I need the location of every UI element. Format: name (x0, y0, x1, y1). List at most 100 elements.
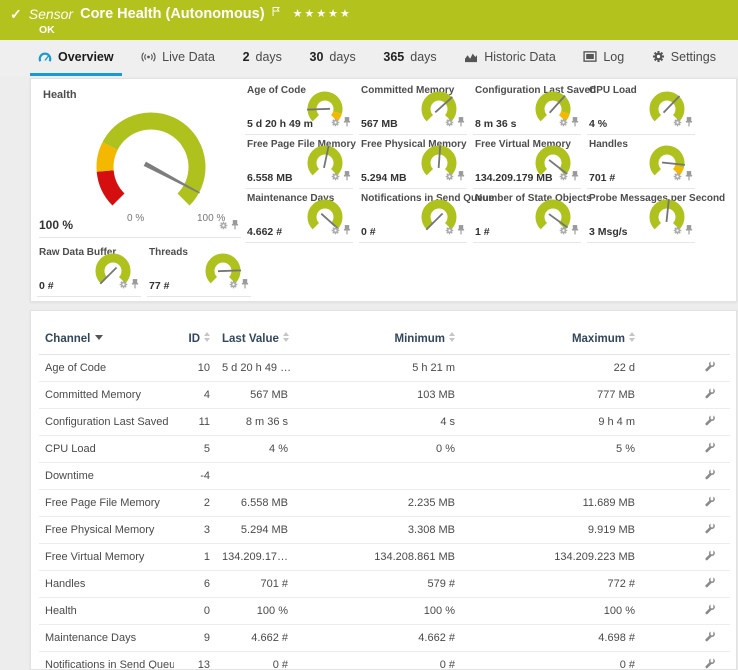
gauge-pin-icon[interactable] (571, 222, 579, 240)
gauge-gear-icon[interactable] (559, 168, 568, 186)
gauges-panel: Health 0 % 100 % 100 % Age of Code5 d 20… (30, 78, 737, 302)
column-header-id[interactable]: ID (174, 311, 216, 355)
gauge-pin-icon[interactable] (343, 168, 351, 186)
tab-label: Log (603, 50, 624, 64)
column-header-channel[interactable]: Channel (39, 311, 174, 355)
tab-2-days[interactable]: 2days (235, 40, 290, 76)
channel-settings-wrench-icon[interactable] (703, 441, 716, 457)
gauge-gear-icon[interactable] (445, 222, 454, 240)
tab-label-bold: 30 (310, 50, 324, 64)
gauge-cell-notifications-in-send-queue: Notifications in Send Queue0 # (359, 191, 467, 243)
column-header-minimum[interactable]: Minimum (294, 311, 461, 355)
column-label: Minimum (395, 333, 445, 345)
column-header-last-value[interactable]: Last Value (216, 311, 294, 355)
tab-label-bold: 365 (383, 50, 404, 64)
column-label: Maximum (572, 333, 625, 345)
channel-settings-wrench-icon[interactable] (703, 387, 716, 403)
gauge-pin-icon[interactable] (343, 114, 351, 132)
gauge-pin-icon[interactable] (685, 168, 693, 186)
gauge-pin-icon[interactable] (343, 222, 351, 240)
cell-minimum: 0 % (294, 436, 461, 463)
gauge-gear-icon[interactable] (445, 114, 454, 132)
channel-settings-wrench-icon[interactable] (703, 522, 716, 538)
cell-maximum: 9 h 4 m (461, 409, 641, 436)
cell-channel: Notifications in Send Queue (39, 652, 174, 670)
gauge-gear-icon[interactable] (559, 114, 568, 132)
channel-settings-wrench-icon[interactable] (703, 576, 716, 592)
gauge-value: 5.294 MB (361, 172, 407, 184)
cell-last-value: 701 # (216, 571, 294, 598)
gauge-pin-icon[interactable] (457, 168, 465, 186)
cell-minimum: 4 s (294, 409, 461, 436)
cell-last-value (216, 463, 294, 490)
sorted-desc-icon (95, 335, 103, 340)
channel-settings-wrench-icon[interactable] (703, 495, 716, 511)
gauge-gear-icon[interactable] (673, 114, 682, 132)
cell-minimum: 103 MB (294, 382, 461, 409)
gauge-gear-icon[interactable] (559, 222, 568, 240)
gauge-gear-icon[interactable] (673, 168, 682, 186)
cell-id: 5 (174, 436, 216, 463)
flag-icon[interactable] (272, 4, 280, 22)
gauge-pin-icon[interactable] (571, 114, 579, 132)
channel-settings-wrench-icon[interactable] (703, 603, 716, 619)
gauge-cell-free-physical-memory: Free Physical Memory5.294 MB (359, 137, 467, 189)
channel-settings-wrench-icon[interactable] (703, 657, 716, 670)
cell-id: 10 (174, 355, 216, 382)
tab-label: Settings (671, 50, 716, 64)
gauge-pin-icon[interactable] (231, 217, 239, 235)
channel-settings-wrench-icon[interactable] (703, 630, 716, 646)
gauge-pin-icon[interactable] (571, 168, 579, 186)
gauge-pin-icon[interactable] (457, 114, 465, 132)
gauge-pin-icon[interactable] (457, 222, 465, 240)
cell-last-value: 134.209.17… (216, 544, 294, 571)
tab-label: Historic Data (484, 50, 556, 64)
cell-channel: Configuration Last Saved (39, 409, 174, 436)
gauge-gear-icon[interactable] (331, 168, 340, 186)
gauge-value: 134.209.179 MB (475, 172, 553, 184)
cell-maximum: 777 MB (461, 382, 641, 409)
column-label: ID (189, 333, 201, 345)
tab-label: days (410, 50, 436, 64)
gauge-gear-icon[interactable] (119, 276, 128, 294)
gauge-value: 3 Msg/s (589, 226, 628, 238)
gauge-cell-probe-messages-per-second: Probe Messages per Second3 Msg/s (587, 191, 695, 243)
channel-settings-wrench-icon[interactable] (703, 549, 716, 565)
cell-id: 1 (174, 544, 216, 571)
channel-settings-wrench-icon[interactable] (703, 360, 716, 376)
tab-30-days[interactable]: 30days (302, 40, 364, 76)
tab-log[interactable]: Log (575, 40, 632, 76)
column-header-maximum[interactable]: Maximum (461, 311, 641, 355)
gauge-pin-icon[interactable] (685, 114, 693, 132)
gauge-pin-icon[interactable] (685, 222, 693, 240)
tab-365-days[interactable]: 365 days (375, 40, 444, 76)
cell-minimum: 134.208.861 MB (294, 544, 461, 571)
gauge-pin-icon[interactable] (241, 276, 249, 294)
gauge-cell-age-of-code: Age of Code5 d 20 h 49 m (245, 83, 353, 135)
gauge-gear-icon[interactable] (331, 222, 340, 240)
gauge-value: 4 % (589, 118, 607, 130)
tab-settings[interactable]: Settings (644, 40, 724, 76)
cell-last-value: 0 # (216, 652, 294, 670)
priority-stars[interactable]: ★★★★★ (293, 6, 352, 22)
cell-id: 2 (174, 490, 216, 517)
table-row: Handles6701 #579 #772 # (39, 571, 730, 598)
cell-id: -4 (174, 463, 216, 490)
cell-minimum (294, 463, 461, 490)
tab-overview[interactable]: Overview (30, 40, 122, 76)
gauge-cell-threads: Threads77 # (147, 245, 251, 297)
channel-settings-wrench-icon[interactable] (703, 414, 716, 430)
tab-historic-data[interactable]: Historic Data (456, 40, 564, 76)
gauge-gear-icon[interactable] (331, 114, 340, 132)
gauge-gear-icon[interactable] (445, 168, 454, 186)
cell-channel: CPU Load (39, 436, 174, 463)
sort-icon (283, 332, 289, 342)
gauge-gear-icon[interactable] (219, 217, 228, 235)
tab-live-data[interactable]: Live Data (133, 40, 223, 76)
channel-settings-wrench-icon[interactable] (703, 468, 716, 484)
gauge-gear-icon[interactable] (229, 276, 238, 294)
gauge-gear-icon[interactable] (673, 222, 682, 240)
gauge-pin-icon[interactable] (131, 276, 139, 294)
cell-channel: Health (39, 598, 174, 625)
cell-maximum: 100 % (461, 598, 641, 625)
